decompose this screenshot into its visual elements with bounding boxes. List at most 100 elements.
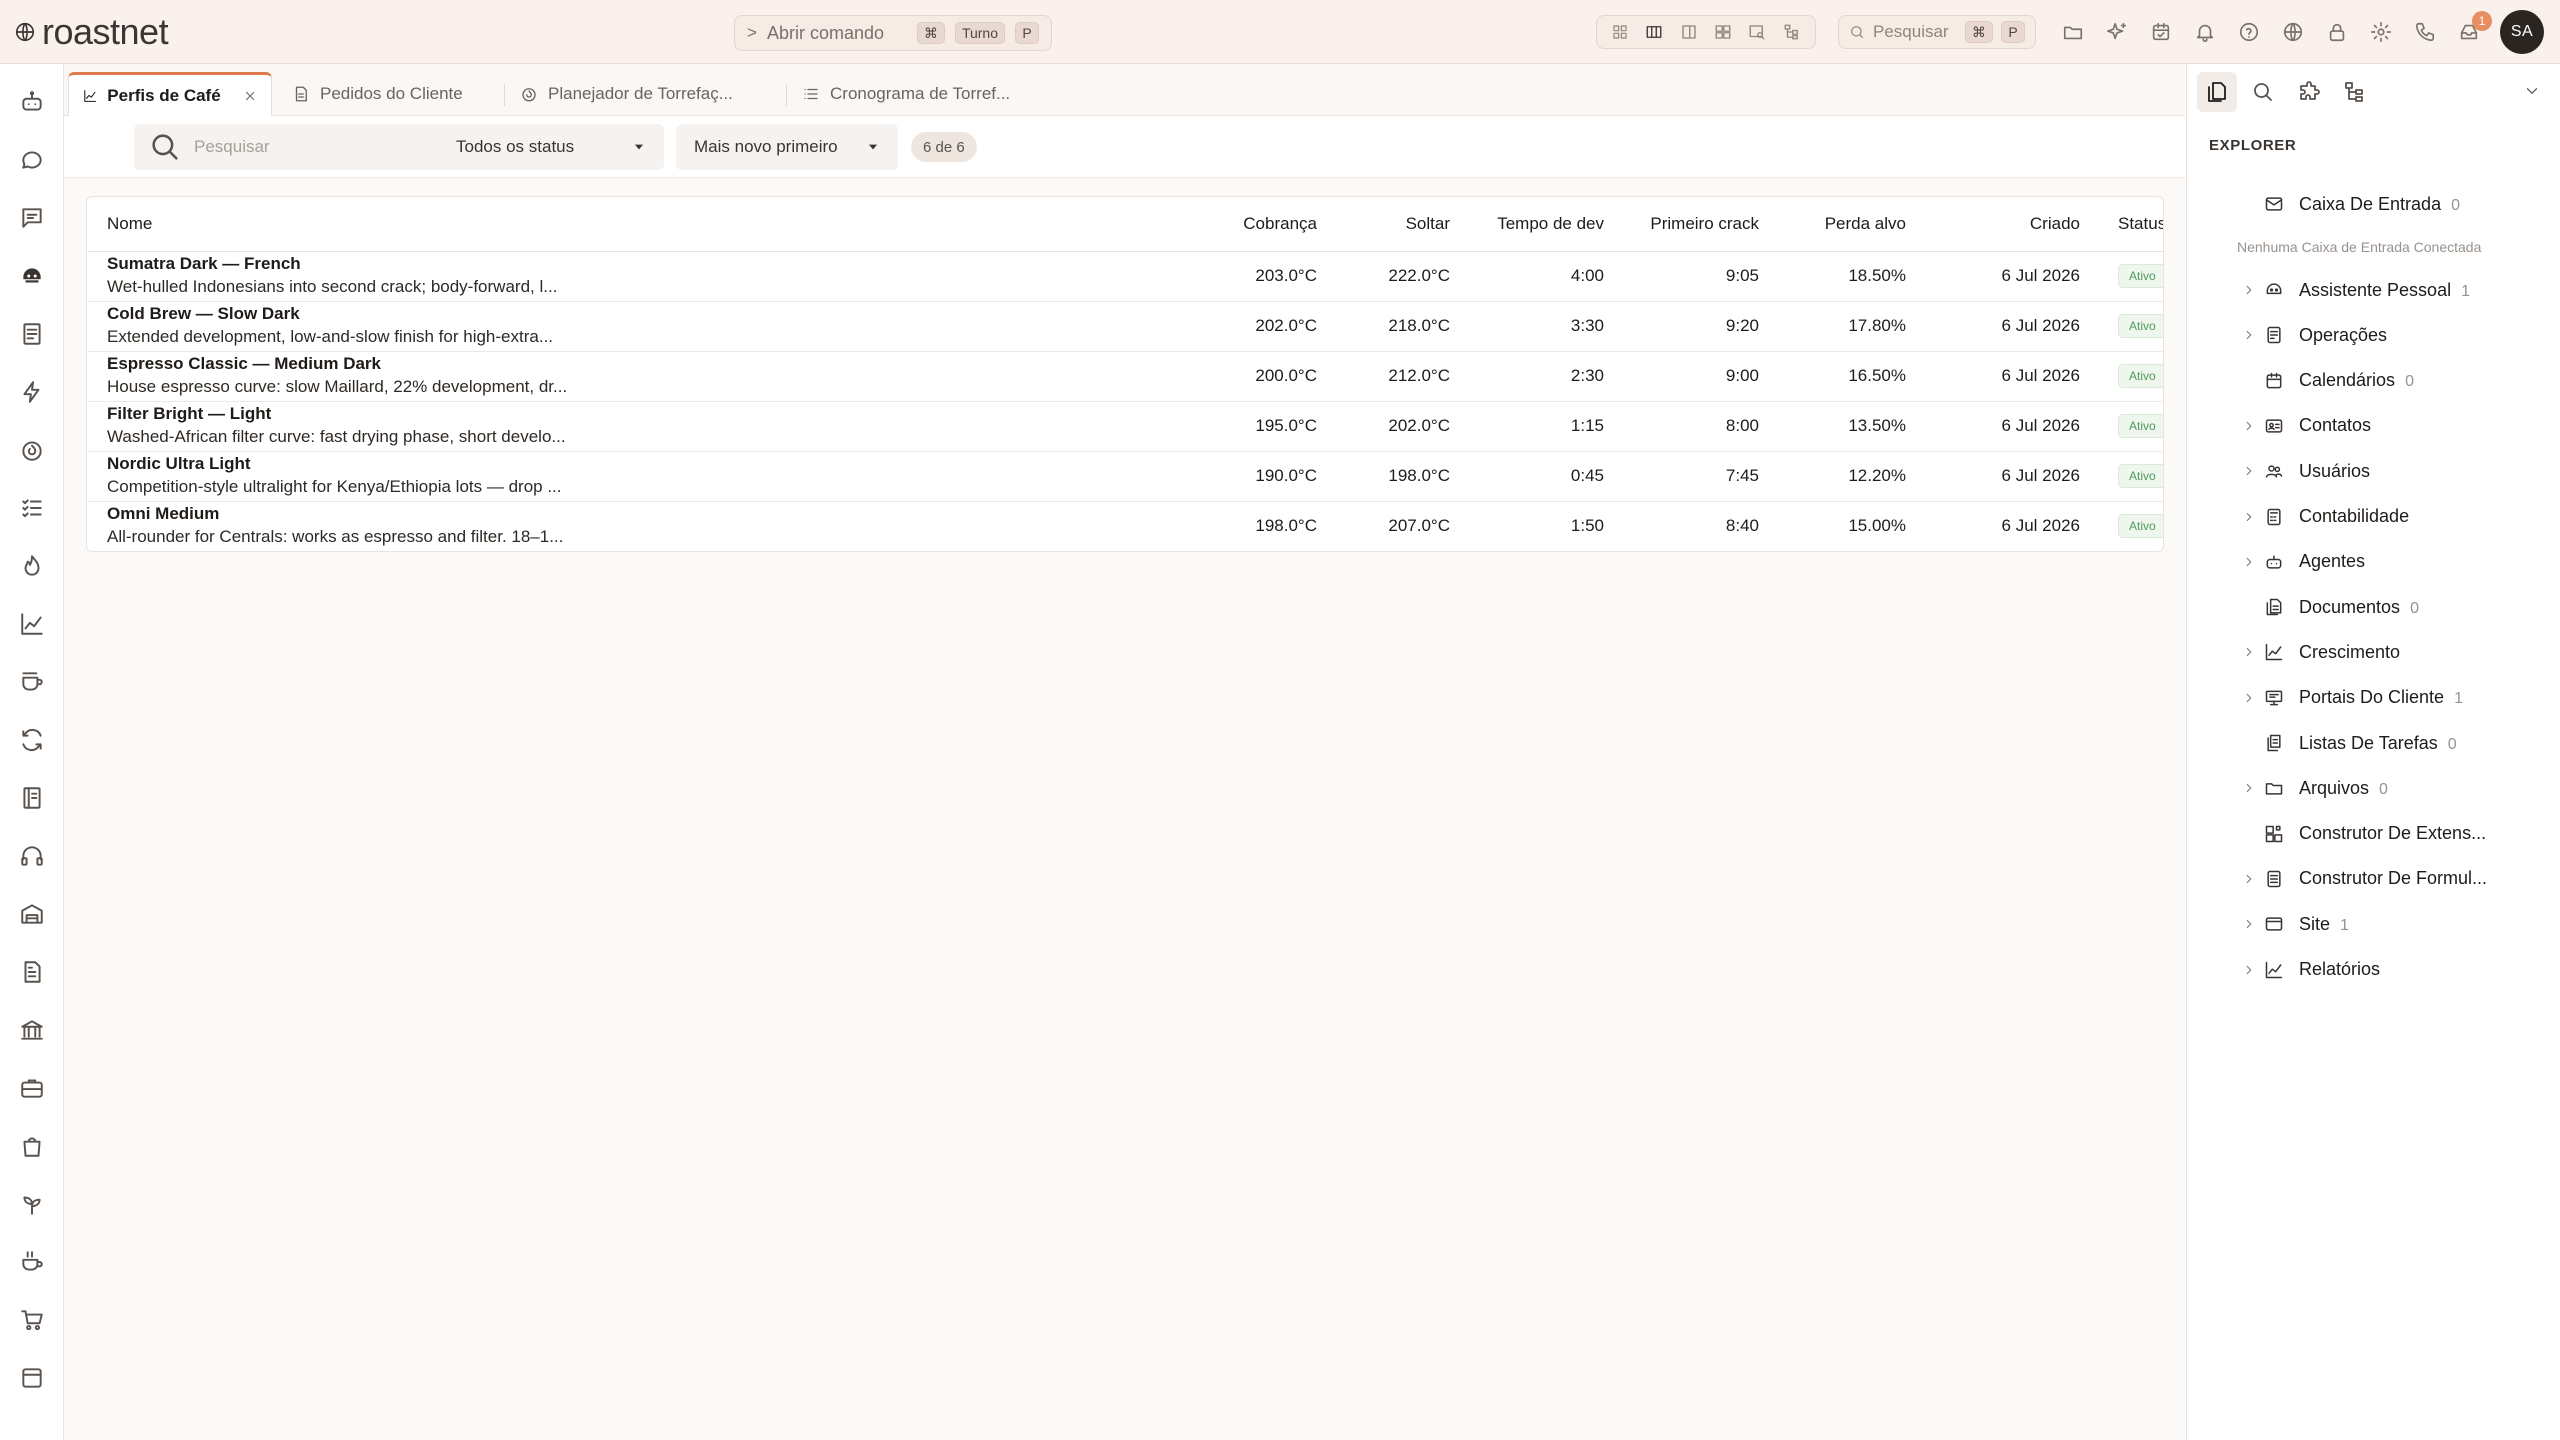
layout-tree-icon[interactable] [1779,19,1805,45]
explorer-item-agentes[interactable]: Agentes [2187,542,2560,582]
hot-drink-icon[interactable] [16,1246,48,1278]
profile-name[interactable]: Sumatra Dark — French [107,253,1187,275]
explorer-item-crescimento[interactable]: Crescimento [2187,632,2560,672]
search-input[interactable] [194,137,434,157]
column-header-dev-time[interactable]: Tempo de dev [1468,197,1622,252]
notifications-icon[interactable]: 1 [2454,11,2492,47]
column-header-name[interactable]: Nome [87,197,1187,252]
explorer-item-arquivos[interactable]: Arquivos 0 [2187,768,2560,808]
extensions-icon[interactable] [2289,72,2329,112]
bell-icon[interactable] [2190,17,2220,47]
explorer-item-opera-es[interactable]: Operações [2187,315,2560,355]
assistant-face-icon[interactable] [16,260,48,292]
lock-icon[interactable] [2322,17,2352,47]
hierarchy-icon[interactable] [2335,72,2375,112]
coffee-cup-icon[interactable] [16,666,48,698]
profile-name[interactable]: Omni Medium [107,503,1187,525]
table-row[interactable]: Sumatra Dark — French Wet-hulled Indonesi… [87,251,2163,302]
line-chart-icon[interactable] [16,608,48,640]
tab-roast-schedule[interactable]: Cronograma de Torref... [788,72,1024,116]
folder-icon[interactable] [2058,17,2088,47]
column-header-target-loss[interactable]: Perda alvo [1777,197,1924,252]
explorer-item-portais-do-cliente[interactable]: Portais Do Cliente 1 [2187,678,2560,718]
explorer-item-contatos[interactable]: Contatos [2187,406,2560,446]
files-icon[interactable] [2197,72,2237,112]
chevron-right-icon[interactable] [2241,554,2257,570]
storefront-icon[interactable] [16,1362,48,1394]
explorer-item-relat-rios[interactable]: Relatórios [2187,950,2560,990]
column-header-created[interactable]: Criado [1924,197,2098,252]
sparkles-icon[interactable] [2102,17,2132,47]
sync-icon[interactable] [16,724,48,756]
profile-name[interactable]: Nordic Ultra Light [107,453,1187,475]
gear-icon[interactable] [2366,17,2396,47]
bank-icon[interactable] [16,1014,48,1046]
calendar-check-icon[interactable] [2146,17,2176,47]
lightning-icon[interactable] [16,376,48,408]
column-header-first-crack[interactable]: Primeiro crack [1622,197,1777,252]
ledger-icon[interactable] [16,318,48,350]
flame-icon[interactable] [16,550,48,582]
roast-flame-icon[interactable] [16,434,48,466]
chevron-right-icon[interactable] [2241,780,2257,796]
explorer-item-contabilidade[interactable]: Contabilidade [2187,497,2560,537]
notebook-icon[interactable] [16,782,48,814]
warehouse-icon[interactable] [16,898,48,930]
table-row[interactable]: Filter Bright — Light Washed-African filt… [87,401,2163,452]
robot-icon[interactable] [16,86,48,118]
column-header-charge[interactable]: Cobrança [1187,197,1335,252]
sprout-icon[interactable] [16,1188,48,1220]
chevron-right-icon[interactable] [2241,463,2257,479]
layout-window-search-icon[interactable] [1744,19,1770,45]
command-palette-button[interactable]: > Abrir comando ⌘ Turno P [734,15,1052,51]
chevron-right-icon[interactable] [2241,327,2257,343]
chevron-right-icon[interactable] [2241,509,2257,525]
user-avatar[interactable]: SA [2500,10,2544,54]
chat-bubble-icon[interactable] [16,144,48,176]
chevron-right-icon[interactable] [2241,282,2257,298]
shopping-bag-icon[interactable] [16,1130,48,1162]
search-icon[interactable] [2243,72,2283,112]
table-row[interactable]: Nordic Ultra Light Competition-style ultr… [87,451,2163,502]
explorer-item-documentos[interactable]: Documentos 0 [2187,587,2560,627]
column-header-drop[interactable]: Soltar [1335,197,1468,252]
table-row[interactable]: Cold Brew — Slow Dark Extended developmen… [87,301,2163,352]
explorer-item-calend-rios[interactable]: Calendários 0 [2187,361,2560,401]
help-icon[interactable] [2234,17,2264,47]
layout-grid-icon[interactable] [1607,19,1633,45]
explorer-item-construtor-de-formul[interactable]: Construtor De Formul... [2187,859,2560,899]
profile-name[interactable]: Filter Bright — Light [107,403,1187,425]
close-icon[interactable] [243,87,257,105]
chevron-right-icon[interactable] [2241,962,2257,978]
chevron-right-icon[interactable] [2241,418,2257,434]
collapse-panel-chevron-icon[interactable] [2523,82,2541,100]
table-row[interactable]: Espresso Classic — Medium Dark House espr… [87,351,2163,402]
profile-name[interactable]: Espresso Classic — Medium Dark [107,353,1187,375]
cart-icon[interactable] [16,1304,48,1336]
sort-select[interactable]: Mais novo primeiro [676,124,898,170]
explorer-item-site[interactable]: Site 1 [2187,904,2560,944]
global-search[interactable]: Pesquisar ⌘ P [1838,15,2036,49]
chevron-right-icon[interactable] [2241,644,2257,660]
explorer-item-usu-rios[interactable]: Usuários [2187,451,2560,491]
tab-customer-orders[interactable]: Pedidos do Cliente [278,72,477,116]
globe-icon[interactable] [2278,17,2308,47]
explorer-item-inbox[interactable]: Caixa De Entrada 0 [2187,184,2560,224]
explorer-item-listas-de-tarefas[interactable]: Listas De Tarefas 0 [2187,723,2560,763]
layout-columns-icon[interactable] [1641,19,1667,45]
column-header-status[interactable]: Status [2098,197,2163,252]
table-row[interactable]: Omni Medium All-rounder for Centrals: wor… [87,501,2163,551]
explorer-item-assistente-pessoal[interactable]: Assistente Pessoal 1 [2187,270,2560,310]
chevron-right-icon[interactable] [2241,916,2257,932]
status-filter-select[interactable]: Todos os status [438,124,664,170]
briefcase-icon[interactable] [16,1072,48,1104]
layout-tiles-icon[interactable] [1710,19,1736,45]
chevron-right-icon[interactable] [2241,690,2257,706]
chevron-right-icon[interactable] [2241,871,2257,887]
profile-name[interactable]: Cold Brew — Slow Dark [107,303,1187,325]
headphones-icon[interactable] [16,840,48,872]
message-square-icon[interactable] [16,202,48,234]
checklist-icon[interactable] [16,492,48,524]
tab-coffee-profiles[interactable]: Perfis de Café [68,72,272,116]
layout-split-icon[interactable] [1676,19,1702,45]
